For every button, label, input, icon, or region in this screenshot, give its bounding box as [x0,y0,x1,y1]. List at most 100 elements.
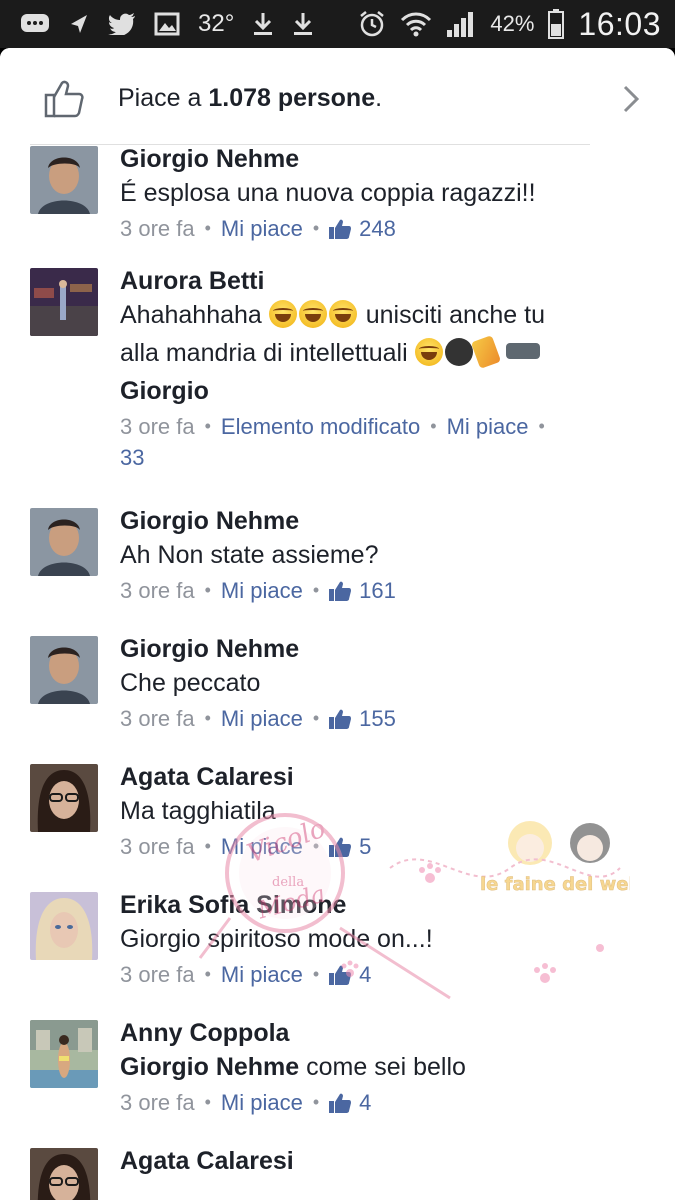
like-count-icon [329,1091,352,1121]
separator-dot: • [204,1092,211,1112]
separator-dot: • [538,416,545,436]
like-count-icon [329,217,352,247]
comment-meta: 3 ore fa • Mi piace • 4 [120,1088,640,1121]
comment-time[interactable]: 3 ore fa [120,706,195,731]
comment-time[interactable]: 3 ore fa [120,216,195,241]
clock-text: 16:03 [578,5,661,42]
like-count[interactable]: 5 [359,834,371,859]
comment-author[interactable]: Giorgio Nehme [120,506,640,536]
avatar[interactable] [30,268,98,336]
comment-time[interactable]: 3 ore fa [120,834,195,859]
separator-dot: • [204,416,211,436]
avatar[interactable] [30,508,98,576]
likes-summary-row[interactable]: Piace a 1.078 persone. [0,48,675,148]
comment-time[interactable]: 3 ore fa [120,578,195,603]
like-count[interactable]: 161 [359,578,396,603]
separator-dot: • [312,1092,320,1112]
edited-link[interactable]: Elemento modificato [221,414,420,439]
comment-meta: 3 ore fa • Mi piace • 155 [120,704,640,737]
temperature-text: 32° [198,10,235,37]
avatar[interactable] [30,1020,98,1088]
comment-meta: 3 ore fa • Mi piace • 4 [120,960,640,993]
comment-author[interactable]: Agata Calaresi [120,762,640,792]
comment-author[interactable]: Erika Sofia Simone [120,890,640,920]
comment-text-part: alla mandria di intellettuali [120,339,415,367]
comment-text: Ahahahhaha unisciti anche tu alla mandri… [120,296,640,410]
comment-meta: 3 ore fa • Mi piace • 5 [120,832,640,865]
separator-dot: • [312,964,320,984]
separator-dot: • [204,580,211,600]
likes-prefix: Piace a [118,84,209,112]
status-bar: 32° 42% 16:03 [0,0,675,48]
like-count-icon [329,835,352,865]
pistol-emoji-icon [505,343,540,359]
comment-text-part: unisciti anche tu [358,301,545,329]
chevron-right-icon[interactable] [621,84,641,119]
avatar[interactable] [30,764,98,832]
comment-time[interactable]: 3 ore fa [120,1090,195,1115]
wifi-icon [400,11,432,37]
like-count[interactable]: 155 [359,706,396,731]
separator-dot: • [312,580,320,600]
separator-dot: • [204,836,211,856]
comment-text-part: Ahahahhaha [120,301,262,329]
comment-meta: 3 ore fa • Elemento modificato • Mi piace • 3… [120,412,640,473]
comment-text: Ma tagghiatila [120,797,276,825]
comment-time[interactable]: 3 ore fa [120,414,195,439]
likes-count: 1.078 persone [208,84,376,112]
comment-text: É esplosa una nuova coppia ragazzi!! [120,179,536,207]
alarm-icon [358,10,386,38]
separator-dot: • [312,836,320,856]
like-link[interactable]: Mi piace [221,962,303,987]
like-count[interactable]: 248 [359,216,396,241]
like-count-icon [329,707,352,737]
likes-comments-panel: Piace a 1.078 persone. Giorgio Nehme É e… [0,48,675,1200]
separator-dot: • [430,416,437,436]
separator-dot: • [312,218,320,238]
like-count[interactable]: 4 [359,962,371,987]
comment-text: Giorgio Nehme come sei bello [120,1048,640,1086]
messages-icon [20,12,50,36]
separator-dot: • [204,964,211,984]
comment-author[interactable]: Aurora Betti [120,266,640,296]
like-link[interactable]: Mi piace [447,414,529,439]
laughing-emoji-icon [414,338,443,366]
like-link[interactable]: Mi piace [221,1090,303,1115]
twitter-icon [108,13,136,35]
comment-author[interactable]: Giorgio Nehme [120,144,640,174]
download-icon [252,11,274,37]
comment-text-part: come sei bello [299,1053,466,1081]
like-count-icon [329,963,352,993]
download-icon [292,11,314,37]
thumbs-up-icon [44,80,84,123]
like-link[interactable]: Mi piace [221,834,303,859]
avatar[interactable] [30,146,98,214]
likes-summary-text: Piace a 1.078 persone. [118,84,382,113]
comment-author[interactable]: Anny Coppola [120,1018,640,1048]
avatar[interactable] [30,636,98,704]
mention-link[interactable]: Giorgio Nehme [120,1053,299,1081]
like-count-icon [329,579,352,609]
like-count[interactable]: 4 [359,1090,371,1115]
comment-author[interactable]: Giorgio Nehme [120,634,640,664]
comment-text: Ah Non state assieme? [120,541,379,569]
separator-dot: • [312,708,320,728]
watermark-stamp-line2: della [272,875,304,890]
mention-link[interactable]: Giorgio [120,377,209,405]
comment-meta: 3 ore fa • Mi piace • 248 [120,214,640,247]
laughing-emoji-icon [268,300,297,328]
comment-time[interactable]: 3 ore fa [120,962,195,987]
avatar[interactable] [30,892,98,960]
like-count[interactable]: 33 [120,445,144,470]
separator-dot: • [204,218,211,238]
signal-icon [446,10,476,38]
likes-suffix: . [375,84,383,112]
comment-author[interactable]: Agata Calaresi [120,1146,640,1176]
avatar[interactable] [30,1148,98,1200]
like-link[interactable]: Mi piace [221,578,303,603]
like-link[interactable]: Mi piace [221,706,303,731]
battery-percent-text: 42% [490,11,535,36]
gallery-icon [154,12,180,36]
like-link[interactable]: Mi piace [221,216,303,241]
laughing-emoji-icon [298,300,327,328]
